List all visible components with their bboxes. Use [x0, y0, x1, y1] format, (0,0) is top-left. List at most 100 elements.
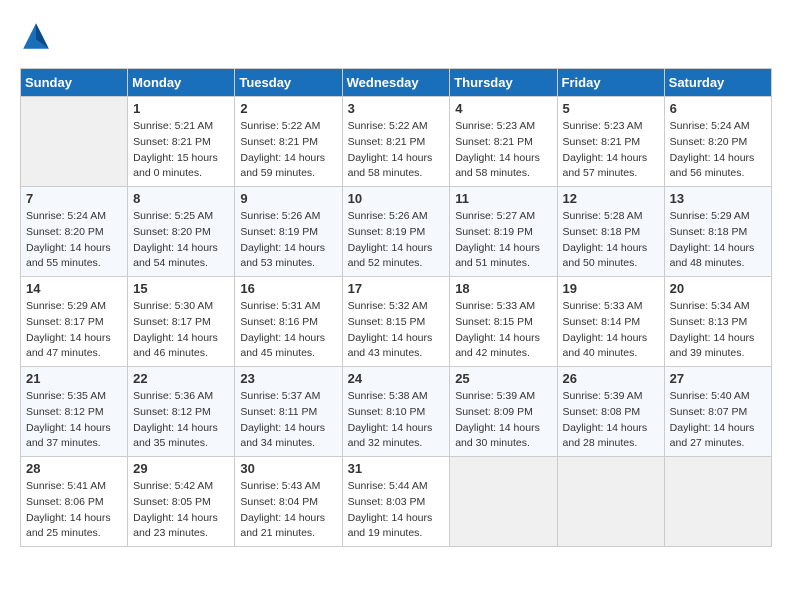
calendar-cell	[450, 457, 557, 547]
day-number: 1	[133, 101, 229, 116]
day-info: Sunrise: 5:26 AMSunset: 8:19 PMDaylight:…	[240, 209, 336, 272]
calendar-cell: 26 Sunrise: 5:39 AMSunset: 8:08 PMDayligh…	[557, 367, 664, 457]
day-number: 18	[455, 281, 551, 296]
day-info: Sunrise: 5:22 AMSunset: 8:21 PMDaylight:…	[348, 119, 445, 182]
day-number: 4	[455, 101, 551, 116]
day-number: 23	[240, 371, 336, 386]
day-number: 25	[455, 371, 551, 386]
day-number: 16	[240, 281, 336, 296]
calendar-cell: 25Sunrise: 5:39 AMSunset: 8:09 PMDayligh…	[450, 367, 557, 457]
day-info: Sunrise: 5:23 AMSunset: 8:21 PMDaylight:…	[563, 119, 659, 182]
calendar-cell: 7 Sunrise: 5:24 AMSunset: 8:20 PMDaylight…	[21, 187, 128, 277]
day-number: 29	[133, 461, 229, 476]
calendar-cell: 3 Sunrise: 5:22 AMSunset: 8:21 PMDaylight…	[342, 97, 450, 187]
day-number: 7	[26, 191, 122, 206]
calendar-cell: 10 Sunrise: 5:26 AMSunset: 8:19 PMDayligh…	[342, 187, 450, 277]
calendar-cell: 1 Sunrise: 5:21 AMSunset: 8:21 PMDaylight…	[128, 97, 235, 187]
header-tuesday: Tuesday	[235, 69, 342, 97]
calendar-cell: 29 Sunrise: 5:42 AMSunset: 8:05 PMDayligh…	[128, 457, 235, 547]
calendar-cell: 12 Sunrise: 5:28 AMSunset: 8:18 PMDayligh…	[557, 187, 664, 277]
calendar-week-row: 1 Sunrise: 5:21 AMSunset: 8:21 PMDaylight…	[21, 97, 772, 187]
calendar-week-row: 28 Sunrise: 5:41 AMSunset: 8:06 PMDayligh…	[21, 457, 772, 547]
calendar-cell	[21, 97, 128, 187]
day-number: 28	[26, 461, 122, 476]
day-number: 13	[670, 191, 766, 206]
day-number: 20	[670, 281, 766, 296]
header-sunday: Sunday	[21, 69, 128, 97]
calendar-cell: 17 Sunrise: 5:32 AMSunset: 8:15 PMDayligh…	[342, 277, 450, 367]
day-number: 10	[348, 191, 445, 206]
calendar-week-row: 7 Sunrise: 5:24 AMSunset: 8:20 PMDaylight…	[21, 187, 772, 277]
calendar-cell: 5 Sunrise: 5:23 AMSunset: 8:21 PMDaylight…	[557, 97, 664, 187]
day-number: 14	[26, 281, 122, 296]
day-number: 19	[563, 281, 659, 296]
day-number: 12	[563, 191, 659, 206]
day-info: Sunrise: 5:24 AMSunset: 8:20 PMDaylight:…	[670, 119, 766, 182]
day-info: Sunrise: 5:35 AMSunset: 8:12 PMDaylight:…	[26, 389, 122, 452]
day-info: Sunrise: 5:33 AMSunset: 8:14 PMDaylight:…	[563, 299, 659, 362]
calendar-cell: 8 Sunrise: 5:25 AMSunset: 8:20 PMDaylight…	[128, 187, 235, 277]
header-saturday: Saturday	[664, 69, 771, 97]
calendar-cell: 21 Sunrise: 5:35 AMSunset: 8:12 PMDayligh…	[21, 367, 128, 457]
calendar-cell: 11 Sunrise: 5:27 AMSunset: 8:19 PMDayligh…	[450, 187, 557, 277]
day-info: Sunrise: 5:36 AMSunset: 8:12 PMDaylight:…	[133, 389, 229, 452]
calendar-cell: 15Sunrise: 5:30 AMSunset: 8:17 PMDayligh…	[128, 277, 235, 367]
day-number: 15	[133, 281, 229, 296]
day-info: Sunrise: 5:25 AMSunset: 8:20 PMDaylight:…	[133, 209, 229, 272]
day-info: Sunrise: 5:41 AMSunset: 8:06 PMDaylight:…	[26, 479, 122, 542]
calendar-cell: 18 Sunrise: 5:33 AMSunset: 8:15 PMDayligh…	[450, 277, 557, 367]
logo	[20, 20, 56, 52]
day-info: Sunrise: 5:32 AMSunset: 8:15 PMDaylight:…	[348, 299, 445, 362]
day-info: Sunrise: 5:40 AMSunset: 8:07 PMDaylight:…	[670, 389, 766, 452]
day-info: Sunrise: 5:39 AMSunset: 8:08 PMDaylight:…	[563, 389, 659, 452]
day-number: 8	[133, 191, 229, 206]
calendar-cell: 20 Sunrise: 5:34 AMSunset: 8:13 PMDayligh…	[664, 277, 771, 367]
day-number: 30	[240, 461, 336, 476]
day-info: Sunrise: 5:21 AMSunset: 8:21 PMDaylight:…	[133, 119, 229, 182]
day-info: Sunrise: 5:31 AMSunset: 8:16 PMDaylight:…	[240, 299, 336, 362]
calendar-cell: 24 Sunrise: 5:38 AMSunset: 8:10 PMDayligh…	[342, 367, 450, 457]
day-info: Sunrise: 5:27 AMSunset: 8:19 PMDaylight:…	[455, 209, 551, 272]
header-friday: Friday	[557, 69, 664, 97]
calendar-cell: 30Sunrise: 5:43 AMSunset: 8:04 PMDayligh…	[235, 457, 342, 547]
calendar-cell: 13 Sunrise: 5:29 AMSunset: 8:18 PMDayligh…	[664, 187, 771, 277]
day-number: 24	[348, 371, 445, 386]
day-number: 26	[563, 371, 659, 386]
header-monday: Monday	[128, 69, 235, 97]
day-info: Sunrise: 5:38 AMSunset: 8:10 PMDaylight:…	[348, 389, 445, 452]
day-number: 6	[670, 101, 766, 116]
calendar-table: Sunday Monday Tuesday Wednesday Thursday…	[20, 68, 772, 547]
calendar-cell: 27Sunrise: 5:40 AMSunset: 8:07 PMDayligh…	[664, 367, 771, 457]
logo-icon	[20, 20, 52, 52]
calendar-week-row: 14 Sunrise: 5:29 AMSunset: 8:17 PMDayligh…	[21, 277, 772, 367]
day-number: 17	[348, 281, 445, 296]
day-info: Sunrise: 5:29 AMSunset: 8:17 PMDaylight:…	[26, 299, 122, 362]
calendar-cell: 6 Sunrise: 5:24 AMSunset: 8:20 PMDaylight…	[664, 97, 771, 187]
calendar-week-row: 21 Sunrise: 5:35 AMSunset: 8:12 PMDayligh…	[21, 367, 772, 457]
calendar-cell: 16 Sunrise: 5:31 AMSunset: 8:16 PMDayligh…	[235, 277, 342, 367]
calendar-cell: 14 Sunrise: 5:29 AMSunset: 8:17 PMDayligh…	[21, 277, 128, 367]
day-number: 31	[348, 461, 445, 476]
day-info: Sunrise: 5:42 AMSunset: 8:05 PMDaylight:…	[133, 479, 229, 542]
page-header	[20, 20, 772, 52]
day-number: 3	[348, 101, 445, 116]
day-number: 11	[455, 191, 551, 206]
day-info: Sunrise: 5:26 AMSunset: 8:19 PMDaylight:…	[348, 209, 445, 272]
calendar-cell	[664, 457, 771, 547]
header-wednesday: Wednesday	[342, 69, 450, 97]
weekday-header-row: Sunday Monday Tuesday Wednesday Thursday…	[21, 69, 772, 97]
calendar-cell: 28 Sunrise: 5:41 AMSunset: 8:06 PMDayligh…	[21, 457, 128, 547]
day-info: Sunrise: 5:44 AMSunset: 8:03 PMDaylight:…	[348, 479, 445, 542]
day-info: Sunrise: 5:34 AMSunset: 8:13 PMDaylight:…	[670, 299, 766, 362]
day-info: Sunrise: 5:33 AMSunset: 8:15 PMDaylight:…	[455, 299, 551, 362]
day-info: Sunrise: 5:23 AMSunset: 8:21 PMDaylight:…	[455, 119, 551, 182]
calendar-cell: 9 Sunrise: 5:26 AMSunset: 8:19 PMDaylight…	[235, 187, 342, 277]
day-info: Sunrise: 5:29 AMSunset: 8:18 PMDaylight:…	[670, 209, 766, 272]
day-info: Sunrise: 5:24 AMSunset: 8:20 PMDaylight:…	[26, 209, 122, 272]
day-number: 21	[26, 371, 122, 386]
day-number: 5	[563, 101, 659, 116]
day-info: Sunrise: 5:28 AMSunset: 8:18 PMDaylight:…	[563, 209, 659, 272]
day-number: 9	[240, 191, 336, 206]
calendar-cell	[557, 457, 664, 547]
day-info: Sunrise: 5:37 AMSunset: 8:11 PMDaylight:…	[240, 389, 336, 452]
